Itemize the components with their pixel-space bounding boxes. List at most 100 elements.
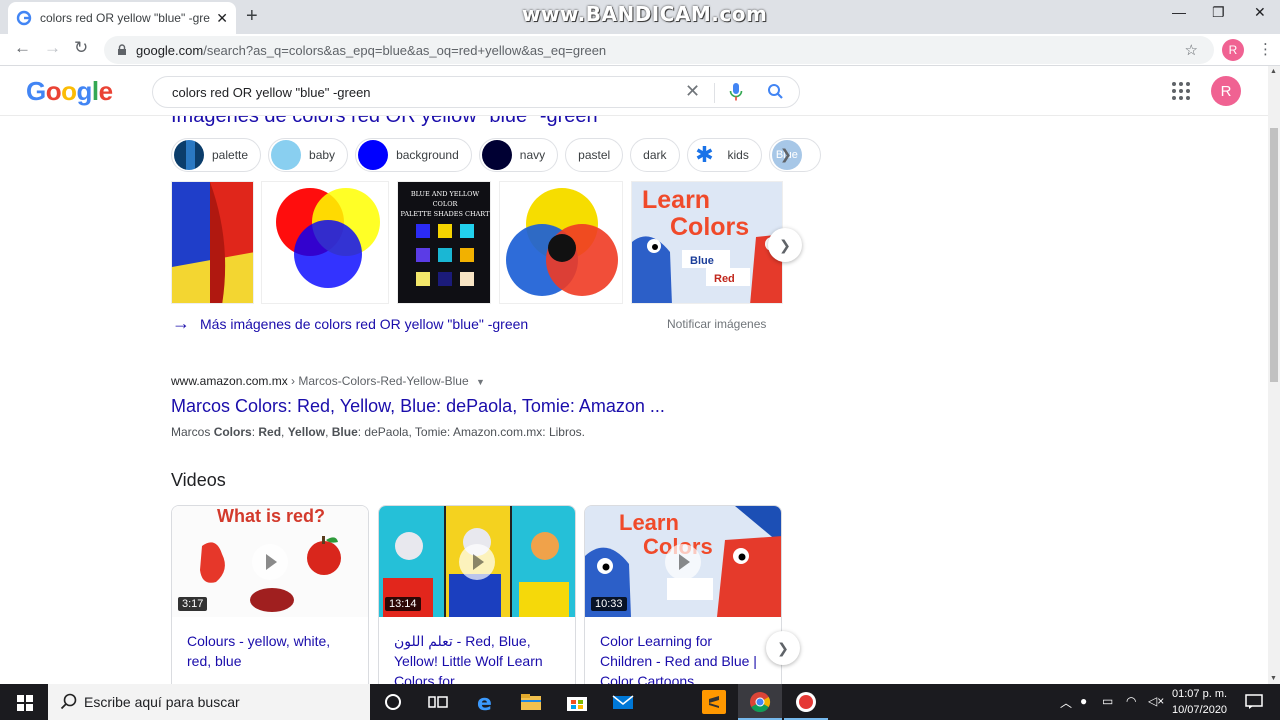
tray-expand-chevron-icon[interactable]: ︿ xyxy=(1060,694,1072,711)
chip-label: palette xyxy=(212,148,249,162)
chip-thumbnail xyxy=(271,140,302,170)
google-apps-icon[interactable] xyxy=(1172,82,1190,100)
mail-icon[interactable] xyxy=(611,690,635,714)
tray-app-icon[interactable]: ● xyxy=(1080,694,1087,708)
scrollbar-thumb[interactable] xyxy=(1270,128,1278,382)
cortana-icon[interactable] xyxy=(381,690,405,714)
chip-pastel[interactable]: pastel xyxy=(565,138,624,172)
image-thumbnail[interactable] xyxy=(171,181,254,304)
page-scrollbar[interactable]: ▲ ▼ xyxy=(1268,66,1280,684)
chip-dark[interactable]: dark xyxy=(630,138,680,172)
snowflake-icon: ✱ xyxy=(689,140,720,170)
back-button[interactable]: ← xyxy=(14,38,31,58)
image-thumbnail[interactable] xyxy=(261,181,389,304)
chip-background[interactable]: background xyxy=(355,138,472,172)
play-icon[interactable] xyxy=(252,544,288,580)
bandicam-record-icon[interactable] xyxy=(794,690,818,714)
system-clock[interactable]: 01:07 p. m. 10/07/2020 xyxy=(1172,686,1227,718)
chip-blue[interactable]: Blue xyxy=(768,138,821,172)
task-view-icon[interactable] xyxy=(426,690,450,714)
result-options-caret-icon[interactable]: ▼ xyxy=(476,377,485,387)
notifications-icon[interactable] xyxy=(1242,690,1266,714)
svg-text:COLOR: COLOR xyxy=(433,200,459,208)
clear-search-icon[interactable]: ✕ xyxy=(685,81,700,102)
forward-button[interactable]: → xyxy=(44,38,61,58)
images-section-heading[interactable]: Imágenes de colors red OR yellow "blue" … xyxy=(171,116,598,128)
video-title[interactable]: Color Learning for Children - Red and Bl… xyxy=(585,617,781,684)
windows-taskbar: Escribe aquí para buscar e ︿ ● ▭ ◠ ◁× 01… xyxy=(0,684,1280,720)
play-icon[interactable] xyxy=(459,544,495,580)
reload-button[interactable]: ↻ xyxy=(74,38,88,58)
windows-start-icon[interactable] xyxy=(17,695,33,711)
chrome-menu-icon[interactable]: ⋮ xyxy=(1258,40,1273,58)
image-thumbnail[interactable]: BLUE AND YELLOW COLOR PALETTE SHADES CHA… xyxy=(397,181,491,304)
taskbar-search-placeholder: Escribe aquí para buscar xyxy=(84,694,240,710)
close-tab-icon[interactable]: ✕ xyxy=(216,10,228,27)
edge-icon[interactable]: e xyxy=(474,690,498,714)
video-thumbnail[interactable]: Learn Colors 10:33 xyxy=(585,506,781,617)
results-area: Imágenes de colors red OR yellow "blue" … xyxy=(0,116,1268,684)
chips-next-chevron-icon[interactable]: ❯ xyxy=(780,146,792,163)
microphone-icon[interactable] xyxy=(729,82,743,102)
address-bar[interactable]: google.com/search?as_q=colors&as_epq=blu… xyxy=(104,36,1214,64)
more-images-label: Más imágenes de colors red OR yellow "bl… xyxy=(200,315,529,332)
chip-baby[interactable]: baby xyxy=(268,138,349,172)
search-input[interactable]: colors red OR yellow "blue" -green xyxy=(172,85,799,100)
video-duration: 3:17 xyxy=(178,597,208,611)
scroll-up-arrow-icon[interactable]: ▲ xyxy=(1270,68,1277,75)
chrome-profile-avatar[interactable]: R xyxy=(1222,39,1244,61)
video-thumbnail[interactable]: 13:14 xyxy=(379,506,575,617)
tab-strip: colors red OR yellow "blue" -gree ✕ + ww… xyxy=(0,0,1280,34)
scroll-down-arrow-icon[interactable]: ▼ xyxy=(1270,675,1277,682)
google-account-avatar[interactable]: R xyxy=(1211,76,1241,106)
video-title[interactable]: تعلم اللون - Red, Blue, Yellow! Little W… xyxy=(379,617,575,684)
report-images-link[interactable]: Notificar imágenes xyxy=(667,317,766,331)
search-icon xyxy=(60,693,77,710)
store-icon[interactable] xyxy=(565,690,589,714)
result-title-link[interactable]: Marcos Colors: Red, Yellow, Blue: dePaol… xyxy=(171,396,665,417)
svg-text:Learn: Learn xyxy=(642,186,710,214)
image-thumbnail[interactable]: Learn Colors Blue Red xyxy=(631,181,783,304)
battery-icon[interactable]: ▭ xyxy=(1102,694,1113,708)
video-card[interactable]: Learn Colors 10:33 Color Learning for Ch… xyxy=(584,505,782,684)
volume-muted-icon[interactable]: ◁× xyxy=(1148,694,1164,708)
close-window-button[interactable]: ✕ xyxy=(1254,4,1266,21)
result-url[interactable]: www.amazon.com.mx › Marcos-Colors-Red-Ye… xyxy=(171,374,485,388)
chip-kids[interactable]: ✱ kids xyxy=(686,138,762,172)
chip-palette[interactable]: palette xyxy=(171,138,262,172)
minimize-button[interactable]: — xyxy=(1172,4,1186,20)
video-thumbnail[interactable]: What is red? 3:17 xyxy=(172,506,368,617)
video-card[interactable]: 13:14 تعلم اللون - Red, Blue, Yellow! Li… xyxy=(378,505,576,684)
video-duration: 10:33 xyxy=(591,597,627,611)
search-icon[interactable] xyxy=(767,83,785,101)
svg-text:What is red?: What is red? xyxy=(217,506,325,526)
chip-navy[interactable]: navy xyxy=(478,138,559,172)
video-card[interactable]: What is red? 3:17 Colours - yellow, whit… xyxy=(171,505,369,684)
videos-next-arrow-icon[interactable]: ❯ xyxy=(766,631,800,665)
search-divider xyxy=(714,83,715,103)
chip-thumbnail xyxy=(358,140,389,170)
sublime-text-icon[interactable] xyxy=(702,690,726,714)
new-tab-button[interactable]: + xyxy=(246,5,258,28)
images-next-arrow-icon[interactable]: ❯ xyxy=(768,228,802,262)
play-icon[interactable] xyxy=(665,544,701,580)
maximize-button[interactable]: ❐ xyxy=(1212,4,1225,21)
result-snippet: Marcos Colors: Red, Yellow, Blue: dePaol… xyxy=(171,425,585,439)
file-explorer-icon[interactable] xyxy=(519,690,543,714)
video-title[interactable]: Colours - yellow, white, red, blue xyxy=(172,617,368,671)
chip-thumbnail xyxy=(174,140,204,170)
google-header: Google colors red OR yellow "blue" -gree… xyxy=(0,66,1268,116)
browser-toolbar: ← → ↻ google.com/search?as_q=colors&as_e… xyxy=(0,34,1280,66)
more-images-link[interactable]: → Más imágenes de colors red OR yellow "… xyxy=(172,313,528,334)
svg-text:Colors: Colors xyxy=(670,213,749,241)
bookmark-star-icon[interactable]: ☆ xyxy=(1185,41,1198,59)
search-box[interactable]: colors red OR yellow "blue" -green ✕ xyxy=(152,76,800,108)
image-thumbnail[interactable] xyxy=(499,181,623,304)
wifi-icon[interactable]: ◠ xyxy=(1126,694,1136,708)
image-filter-chips: palette baby background navy pastel dark… xyxy=(171,138,821,172)
browser-tab[interactable]: colors red OR yellow "blue" -gree ✕ xyxy=(8,2,236,34)
lock-icon xyxy=(118,44,126,55)
chrome-icon[interactable] xyxy=(748,690,772,714)
taskbar-search-box[interactable]: Escribe aquí para buscar xyxy=(48,684,370,720)
google-logo[interactable]: Google xyxy=(26,76,113,107)
